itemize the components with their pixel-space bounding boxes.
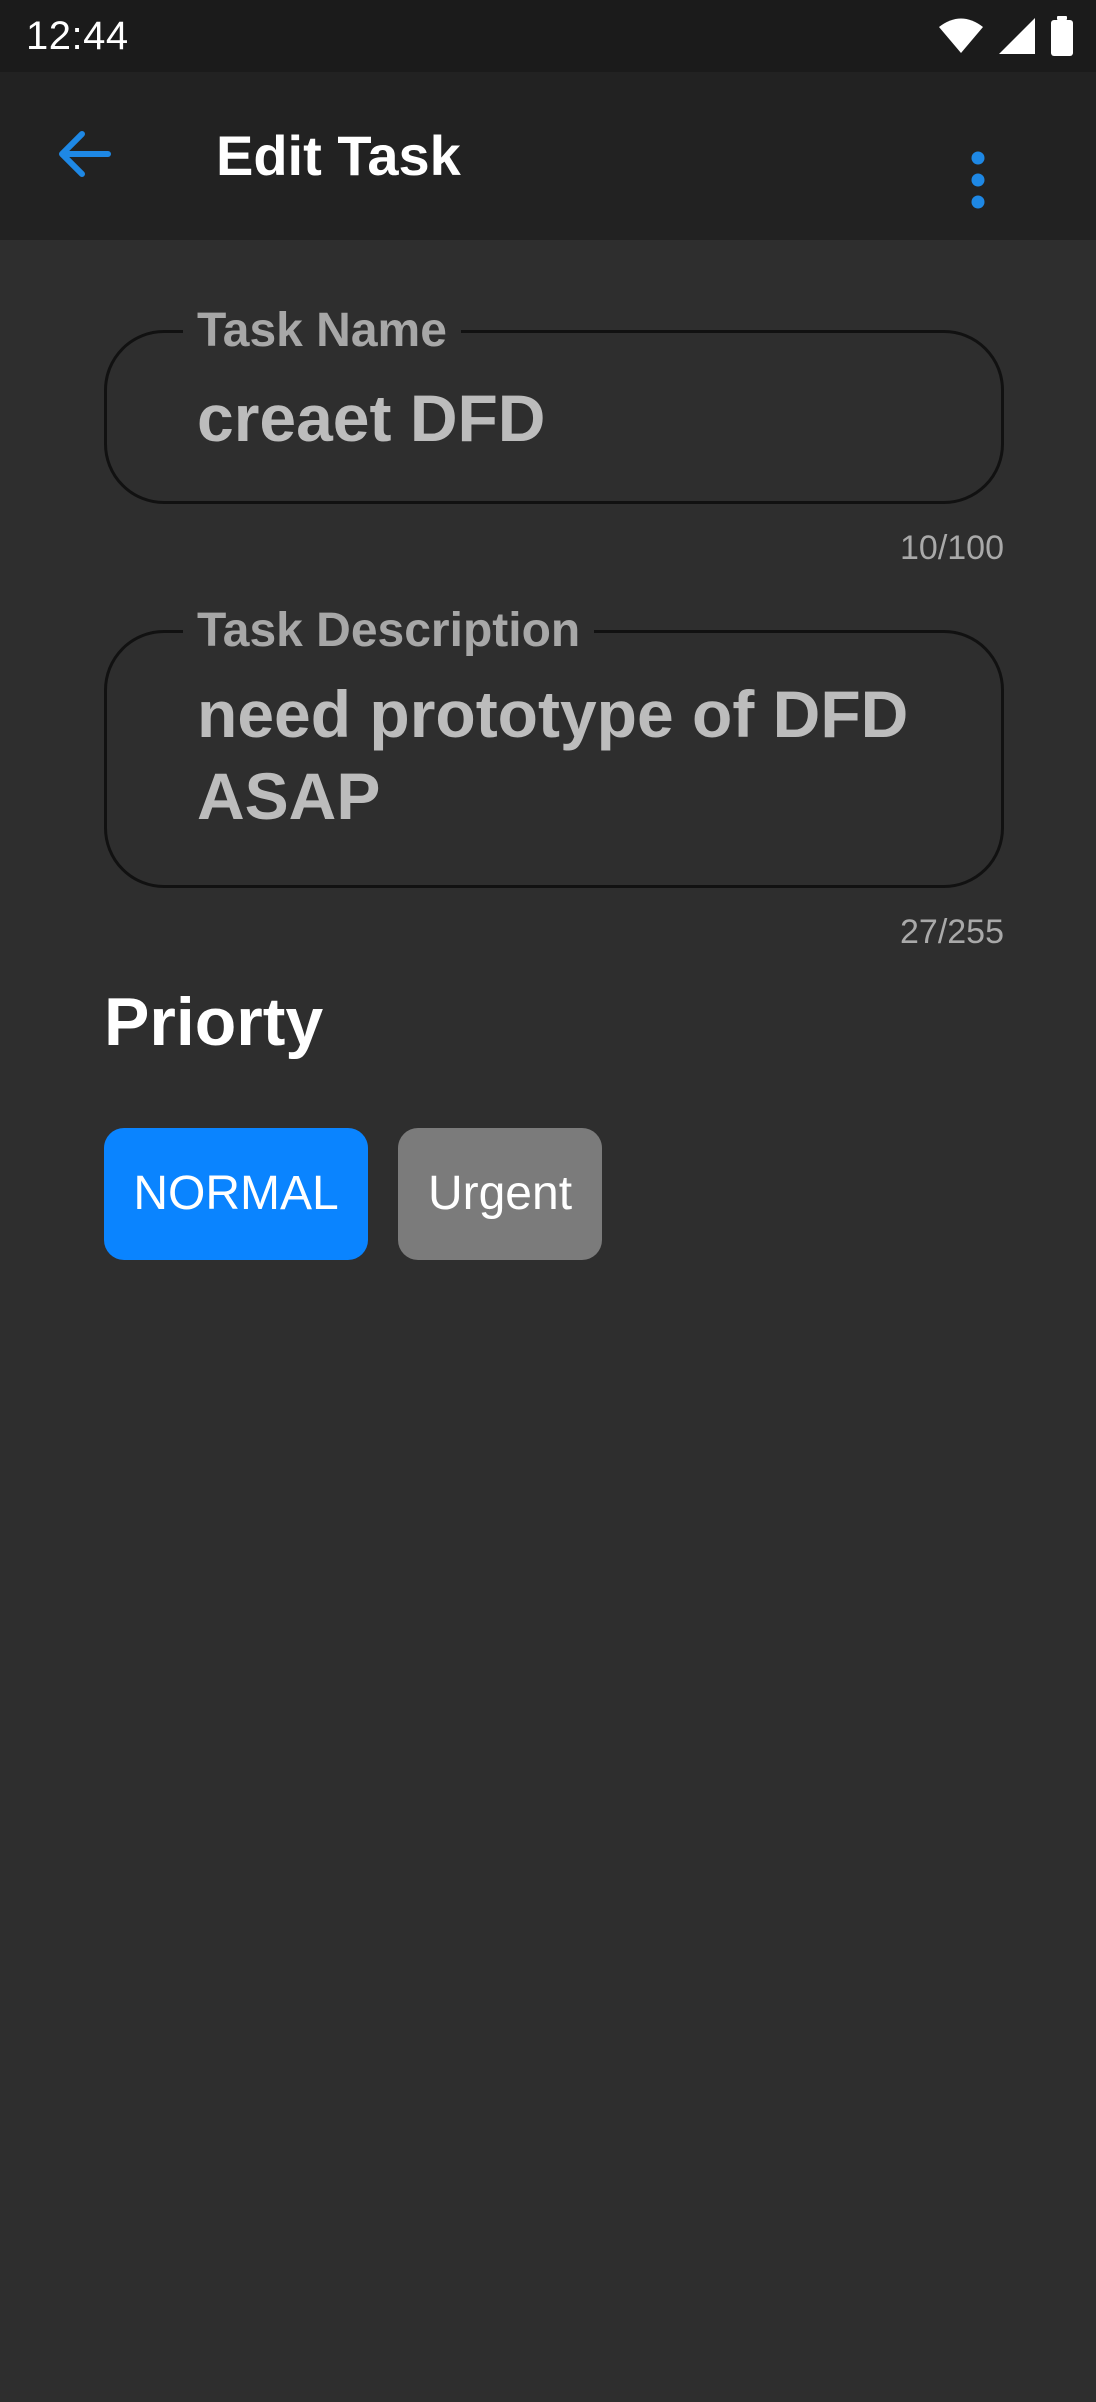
back-button[interactable]	[42, 120, 126, 192]
task-name-input[interactable]: creaet DFD	[197, 377, 941, 459]
cell-signal-icon	[998, 17, 1036, 55]
edit-task-screen: 12:44 Edit Task Task Name creaet DFD 10/…	[0, 0, 1096, 2402]
task-description-label: Task Description	[183, 605, 595, 657]
more-options-button[interactable]	[940, 128, 1016, 236]
status-time: 12:44	[26, 14, 129, 58]
task-description-input[interactable]: need prototype of DFD ASAP	[197, 673, 941, 837]
arrow-left-icon	[56, 129, 112, 184]
status-icons	[938, 14, 1074, 58]
task-description-field[interactable]: Task Description need prototype of DFD A…	[104, 605, 1004, 888]
priority-normal-button[interactable]: NORMAL	[104, 1128, 368, 1260]
task-name-field[interactable]: Task Name creaet DFD	[104, 305, 1004, 504]
more-vertical-icon	[970, 150, 986, 215]
task-name-counter: 10/100	[900, 529, 1004, 567]
task-description-counter: 27/255	[900, 913, 1004, 951]
priority-title: Priorty	[104, 984, 324, 1060]
wifi-icon	[938, 18, 984, 54]
app-bar: Edit Task	[0, 72, 1096, 240]
battery-icon	[1050, 16, 1074, 56]
page-title: Edit Task	[216, 124, 461, 187]
task-name-label: Task Name	[183, 305, 461, 357]
status-bar: 12:44	[0, 0, 1096, 72]
priority-urgent-button[interactable]: Urgent	[398, 1128, 602, 1260]
